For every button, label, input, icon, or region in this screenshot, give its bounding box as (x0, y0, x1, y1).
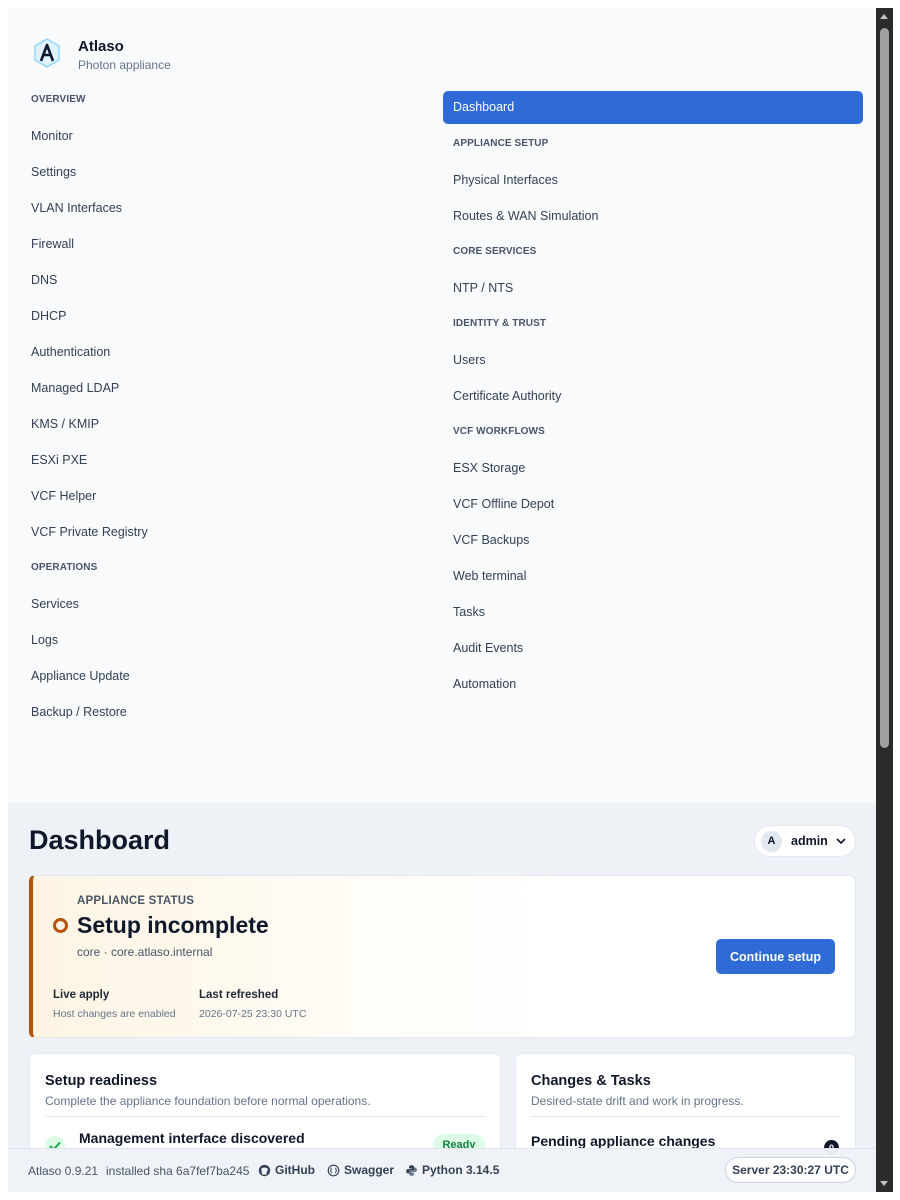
footer: Atlaso 0.9.21 installed sha 6a7fef7ba245… (8, 1148, 876, 1192)
avatar: A (761, 830, 782, 852)
scroll-down-arrow-icon[interactable] (880, 1181, 888, 1186)
brand-name: Atlaso (78, 38, 124, 55)
scroll-up-arrow-icon[interactable] (880, 14, 888, 19)
brand[interactable]: Atlaso Photon appliance (32, 38, 171, 72)
divider (531, 1116, 840, 1117)
changes-title: Changes & Tasks (531, 1073, 651, 1089)
main-content: Dashboard A admin APPLIANCE STATUS Setup… (8, 803, 876, 1192)
live-apply-label: Live apply (53, 989, 110, 1001)
version-text: Atlaso 0.9.21 (28, 1164, 99, 1178)
nav-section-operations: OPERATIONS (31, 562, 98, 573)
nav-section-core-services: CORE SERVICES (453, 246, 537, 257)
nav-item-audit-events[interactable]: Audit Events (453, 639, 523, 657)
python-label: Python 3.14.5 (422, 1163, 500, 1177)
divider (45, 1116, 485, 1117)
nav-item-vcf-private-registry[interactable]: VCF Private Registry (31, 523, 148, 541)
nav-item-automation[interactable]: Automation (453, 675, 516, 693)
scrollbar[interactable] (876, 8, 893, 1192)
nav-item-routes-wan-simulation[interactable]: Routes & WAN Simulation (453, 207, 598, 225)
github-label: GitHub (275, 1163, 315, 1177)
nav-item-logs[interactable]: Logs (31, 631, 58, 649)
nav-item-vcf-offline-depot[interactable]: VCF Offline Depot (453, 495, 554, 513)
nav-item-vlan-interfaces[interactable]: VLAN Interfaces (31, 199, 122, 217)
brand-subtitle: Photon appliance (78, 58, 171, 72)
nav-item-dashboard[interactable]: Dashboard (443, 91, 863, 124)
readiness-title: Setup readiness (45, 1073, 158, 1089)
atlaso-logo-icon (34, 38, 60, 68)
nav-item-monitor[interactable]: Monitor (31, 127, 73, 145)
nav-section-identity-trust: IDENTITY & TRUST (453, 318, 547, 329)
swagger-link[interactable]: Swagger (327, 1163, 394, 1177)
nav-item-esxi-pxe[interactable]: ESXi PXE (31, 451, 87, 469)
nav-item-vcf-helper[interactable]: VCF Helper (31, 487, 96, 505)
nav-item-vcf-backups[interactable]: VCF Backups (453, 531, 529, 549)
swagger-icon (327, 1164, 340, 1176)
appliance-status-card: APPLIANCE STATUS Setup incomplete core ·… (29, 875, 856, 1038)
nav-item-settings[interactable]: Settings (31, 163, 76, 181)
nav-item-users[interactable]: Users (453, 351, 486, 369)
status-ring-icon (53, 918, 68, 933)
nav-item-dns[interactable]: DNS (31, 271, 57, 289)
nav-item-tasks[interactable]: Tasks (453, 603, 485, 621)
nav-item-backup-restore[interactable]: Backup / Restore (31, 703, 127, 721)
nav-section-overview: OVERVIEW (31, 94, 86, 105)
nav-item-kms-kmip[interactable]: KMS / KMIP (31, 415, 99, 433)
page-title: Dashboard (29, 825, 171, 855)
live-apply-value: Host changes are enabled (53, 1008, 176, 1020)
readiness-item-title[interactable]: Management interface discovered (79, 1130, 305, 1146)
sha-text: installed sha 6a7fef7ba245 (106, 1164, 250, 1178)
nav-section-appliance-setup: APPLIANCE SETUP (453, 138, 549, 149)
server-time-badge: Server 23:30:27 UTC (725, 1157, 856, 1183)
nav-item-physical-interfaces[interactable]: Physical Interfaces (453, 171, 558, 189)
chevron-down-icon (836, 838, 846, 845)
nav-item-esx-storage[interactable]: ESX Storage (453, 459, 525, 477)
last-refreshed-label: Last refreshed (199, 989, 279, 1001)
nav-item-appliance-update[interactable]: Appliance Update (31, 667, 130, 685)
github-link[interactable]: GitHub (258, 1163, 315, 1177)
nav-item-certificate-authority[interactable]: Certificate Authority (453, 387, 561, 405)
nav-item-firewall[interactable]: Firewall (31, 235, 74, 253)
user-name: admin (791, 834, 828, 848)
user-menu[interactable]: A admin (754, 825, 856, 857)
scrollbar-thumb[interactable] (880, 28, 889, 748)
status-title: Setup incomplete (77, 912, 269, 938)
nav-item-authentication[interactable]: Authentication (31, 343, 110, 361)
status-label: APPLIANCE STATUS (77, 895, 195, 907)
nav-item-dhcp[interactable]: DHCP (31, 307, 66, 325)
nav-item-web-terminal[interactable]: Web terminal (453, 567, 526, 585)
nav-item-ntp-nts[interactable]: NTP / NTS (453, 279, 513, 297)
nav-item-managed-ldap[interactable]: Managed LDAP (31, 379, 119, 397)
continue-setup-button[interactable]: Continue setup (716, 939, 835, 974)
nav-section-vcf-workflows: VCF WORKFLOWS (453, 426, 545, 437)
swagger-label: Swagger (344, 1163, 395, 1177)
pending-changes-title[interactable]: Pending appliance changes (531, 1133, 715, 1149)
side-navigation: Atlaso Photon appliance OVERVIEW Monitor S… (8, 8, 876, 803)
last-refreshed-value: 2026-07-25 23:30 UTC (199, 1008, 307, 1020)
python-icon (406, 1164, 417, 1176)
github-icon (258, 1164, 271, 1176)
status-host: core · core.atlaso.internal (77, 945, 213, 959)
changes-subtitle: Desired-state drift and work in progress… (531, 1094, 744, 1108)
nav-item-services[interactable]: Services (31, 595, 79, 613)
readiness-subtitle: Complete the appliance foundation before… (45, 1094, 371, 1108)
python-link[interactable]: Python 3.14.5 (405, 1163, 499, 1177)
